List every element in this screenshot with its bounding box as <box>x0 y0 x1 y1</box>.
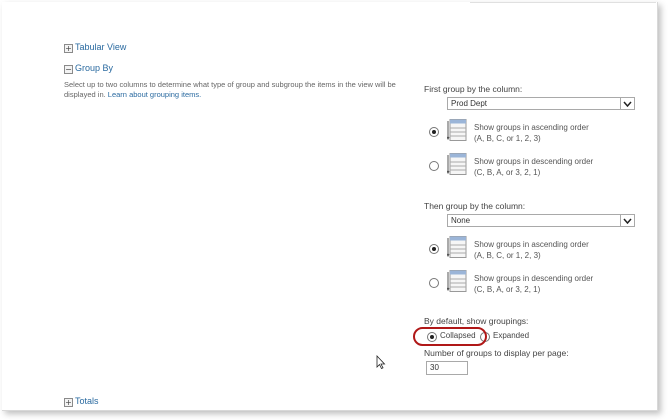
highlight-annotation <box>413 327 487 346</box>
first-group-selected: Prod Dept <box>451 99 488 108</box>
groups-per-page-input[interactable]: 30 <box>426 361 468 375</box>
first-ascending-radio[interactable] <box>429 127 439 137</box>
ascending-sort-icon <box>447 119 467 141</box>
then-group-selected: None <box>451 216 471 225</box>
then-descending-sub: (C, B, A, or 3, 2, 1) <box>474 285 541 294</box>
then-group-label: Then group by the column: <box>424 201 526 211</box>
then-ascending-title: Show groups in ascending order <box>474 240 589 249</box>
first-descending-title: Show groups in descending order <box>474 157 594 166</box>
chevron-down-icon <box>620 98 634 109</box>
descending-sort-icon <box>447 270 467 292</box>
mouse-cursor-icon <box>376 355 386 369</box>
then-descending-title: Show groups in descending order <box>474 274 594 283</box>
first-ascending-title: Show groups in ascending order <box>474 123 589 132</box>
expand-plus-icon[interactable]: + <box>64 398 73 407</box>
default-show-label: By default, show groupings: <box>424 316 529 326</box>
group-by-description: Select up to two columns to determine wh… <box>64 80 404 100</box>
expand-plus-icon[interactable]: + <box>64 44 73 53</box>
learn-grouping-link[interactable]: Learn about grouping items. <box>108 90 201 99</box>
groups-per-page-label: Number of groups to display per page: <box>424 348 569 358</box>
first-descending-sub: (C, B, A, or 3, 2, 1) <box>474 168 541 177</box>
first-ascending-sub: (A, B, C, or 1, 2, 3) <box>474 134 541 143</box>
section-group-by[interactable]: Group By <box>75 63 113 73</box>
first-group-select[interactable]: Prod Dept <box>447 97 635 110</box>
first-descending-option: Show groups in descending order (C, B, A… <box>474 156 593 178</box>
then-ascending-sub: (A, B, C, or 1, 2, 3) <box>474 251 541 260</box>
first-ascending-option: Show groups in ascending order (A, B, C,… <box>474 122 589 144</box>
then-descending-option: Show groups in descending order (C, B, A… <box>474 273 593 295</box>
then-group-select[interactable]: None <box>447 214 635 227</box>
section-totals[interactable]: Totals <box>75 396 99 406</box>
collapse-minus-icon[interactable]: − <box>64 65 73 74</box>
ascending-sort-icon <box>447 236 467 258</box>
first-descending-radio[interactable] <box>429 161 439 171</box>
expanded-label[interactable]: Expanded <box>493 331 529 340</box>
chevron-down-icon <box>620 215 634 226</box>
then-ascending-option: Show groups in ascending order (A, B, C,… <box>474 239 589 261</box>
then-descending-radio[interactable] <box>429 278 439 288</box>
descending-sort-icon <box>447 153 467 175</box>
top-divider <box>470 2 656 3</box>
first-group-label: First group by the column: <box>424 84 523 94</box>
section-tabular-view[interactable]: Tabular View <box>75 42 126 52</box>
then-ascending-radio[interactable] <box>429 244 439 254</box>
